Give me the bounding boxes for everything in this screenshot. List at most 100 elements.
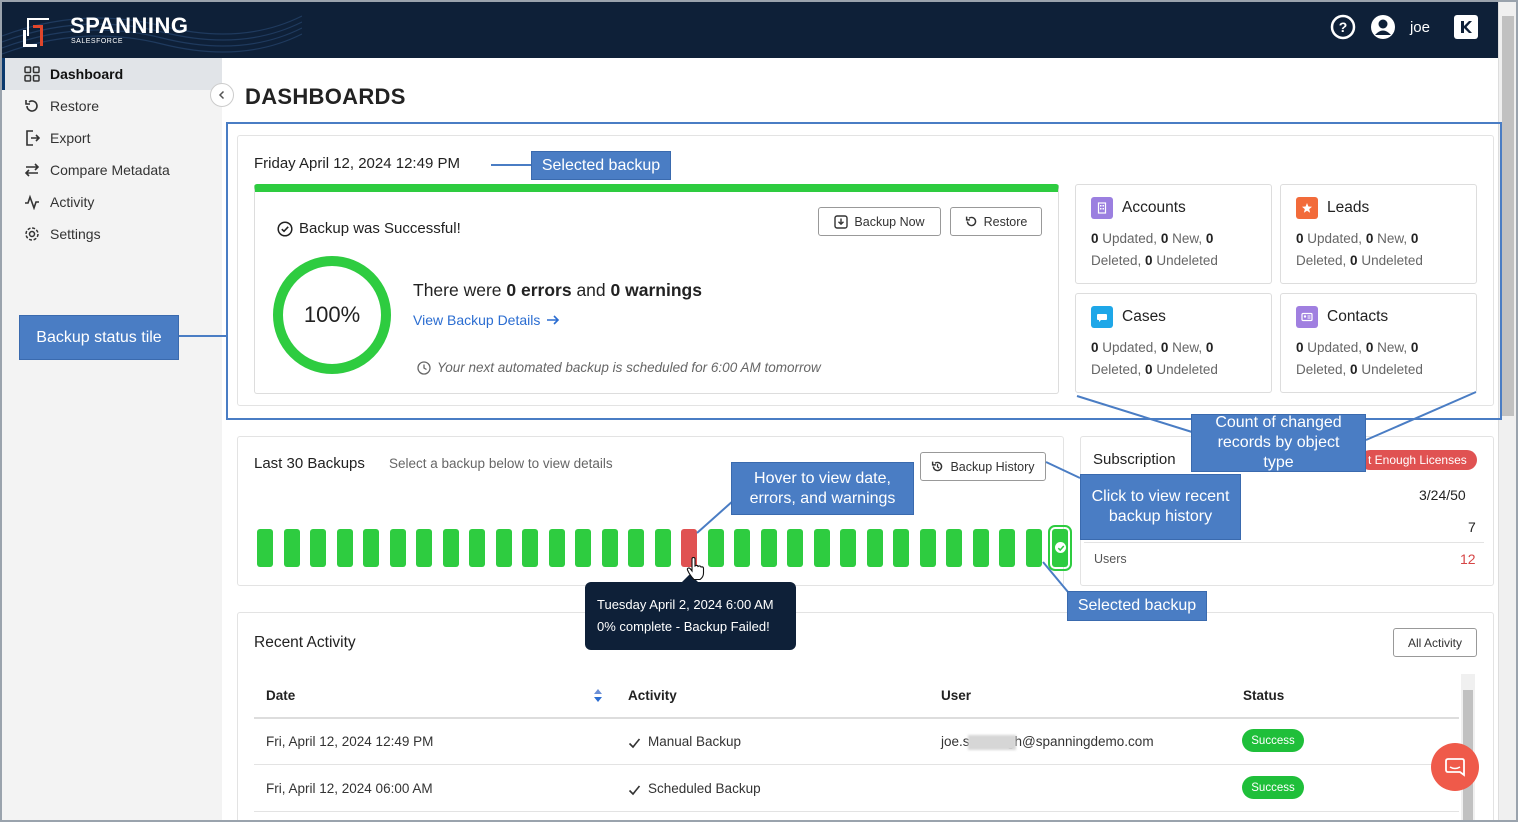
sidebar-item-settings[interactable]: Settings xyxy=(2,218,222,250)
object-stats: 0 Updated, 0 New, 0 Deleted, 0 Undeleted xyxy=(1296,231,1423,268)
object-card-cases: Cases 0 Updated, 0 New, 0 Deleted, 0 Unde… xyxy=(1075,293,1272,393)
accounts-icon xyxy=(1091,197,1113,219)
backup-bar[interactable] xyxy=(919,529,936,567)
scrollbar-thumb[interactable] xyxy=(1502,16,1514,416)
row2-activity: Scheduled Backup xyxy=(648,781,761,796)
sidebar-item-activity[interactable]: Activity xyxy=(2,186,222,218)
backup-bar-selected[interactable] xyxy=(1048,525,1072,571)
backup-bar[interactable] xyxy=(1025,529,1042,567)
callout-count-changed: Count of changed records by object type xyxy=(1191,414,1366,472)
backup-bar[interactable] xyxy=(972,529,989,567)
help-icon[interactable]: ? xyxy=(1330,14,1356,40)
column-header-status[interactable]: Status xyxy=(1243,688,1284,703)
restore-icon xyxy=(25,100,38,112)
object-card-leads: Leads 0 Updated, 0 New, 0 Deleted, 0 Unde… xyxy=(1280,184,1477,284)
backup-now-button[interactable]: Backup Now xyxy=(818,207,941,236)
subscription-count: 7 xyxy=(1468,519,1476,535)
backup-bar[interactable] xyxy=(310,529,326,567)
last-30-subtitle: Select a backup below to view details xyxy=(389,456,613,471)
divider xyxy=(1084,542,1484,543)
sidebar-item-restore[interactable]: Restore xyxy=(2,90,222,122)
next-backup-note: Your next automated backup is scheduled … xyxy=(417,360,821,375)
backup-bar[interactable] xyxy=(628,529,644,567)
backup-bar[interactable] xyxy=(389,529,406,567)
object-stats: 0 Updated, 0 New, 0 Deleted, 0 Undeleted xyxy=(1091,340,1218,377)
backup-bar[interactable] xyxy=(257,529,273,567)
sidebar-item-label: Activity xyxy=(50,194,95,210)
backup-bar[interactable] xyxy=(469,529,485,567)
gear-icon xyxy=(25,227,39,241)
all-activity-button[interactable]: All Activity xyxy=(1393,628,1477,657)
backup-bar[interactable] xyxy=(654,529,671,567)
sidebar-item-export[interactable]: Export xyxy=(2,122,222,154)
view-backup-details-link[interactable]: View Backup Details xyxy=(413,312,560,328)
last-30-title: Last 30 Backups xyxy=(254,455,365,472)
backup-status-tile: Backup was Successful! Backup Now Restor… xyxy=(254,184,1059,394)
backup-bar[interactable] xyxy=(416,529,432,567)
backup-bar[interactable] xyxy=(946,529,962,567)
sidebar-item-compare-metadata[interactable]: Compare Metadata xyxy=(2,154,222,186)
view-details-label: View Backup Details xyxy=(413,312,541,328)
backup-bar[interactable] xyxy=(760,529,777,567)
backup-bar[interactable] xyxy=(495,529,512,567)
backup-bar[interactable] xyxy=(734,529,750,567)
sort-icon[interactable] xyxy=(593,688,603,703)
backup-bar[interactable] xyxy=(283,529,300,567)
compare-icon xyxy=(24,163,40,177)
restore-button[interactable]: Restore xyxy=(950,207,1042,236)
backup-bar[interactable] xyxy=(442,529,459,567)
column-header-activity[interactable]: Activity xyxy=(628,688,677,703)
row2-status-badge: Success xyxy=(1242,776,1304,799)
page-scrollbar[interactable] xyxy=(1498,2,1516,820)
download-box-icon xyxy=(834,214,849,229)
spanning-logo-icon xyxy=(23,18,49,47)
selected-backup-date: Friday April 12, 2024 12:49 PM xyxy=(254,155,460,172)
backup-tooltip: Tuesday April 2, 2024 6:00 AM 0% complet… xyxy=(585,574,796,650)
user-avatar-icon[interactable] xyxy=(1370,14,1396,40)
backup-bar[interactable] xyxy=(813,529,830,567)
tooltip-status: 0% complete - Backup Failed! xyxy=(597,619,770,634)
object-card-contacts: Contacts 0 Updated, 0 New, 0 Deleted, 0 U… xyxy=(1280,293,1477,393)
column-header-date[interactable]: Date xyxy=(266,688,295,703)
errors-prefix: There were xyxy=(413,280,502,300)
backup-history-label: Backup History xyxy=(950,459,1035,474)
backup-bar[interactable] xyxy=(866,529,883,567)
backup-bar[interactable] xyxy=(522,529,538,567)
object-name: Leads xyxy=(1327,199,1370,216)
backup-bar[interactable] xyxy=(840,529,856,567)
clock-icon xyxy=(417,360,431,375)
backup-history-button[interactable]: Backup History xyxy=(920,452,1046,481)
object-name: Accounts xyxy=(1122,199,1186,216)
backup-bar[interactable] xyxy=(707,529,724,567)
column-header-user[interactable]: User xyxy=(941,688,971,703)
backup-now-label: Backup Now xyxy=(854,214,925,229)
object-stats: 0 Updated, 0 New, 0 Deleted, 0 Undeleted xyxy=(1296,340,1423,377)
sidebar-item-label: Export xyxy=(50,130,91,146)
subscription-users-value: 12 xyxy=(1460,551,1476,567)
chat-button[interactable] xyxy=(1431,743,1479,791)
arrow-right-icon xyxy=(547,315,560,325)
backup-bar[interactable] xyxy=(336,529,353,567)
app-switcher-icon[interactable] xyxy=(1454,15,1478,39)
backup-bar[interactable] xyxy=(363,529,379,567)
backup-bar[interactable] xyxy=(601,529,618,567)
callout-click-history: Click to view recent backup history xyxy=(1080,474,1241,540)
backup-bar[interactable] xyxy=(548,529,565,567)
user-name[interactable]: joe xyxy=(1410,19,1430,36)
backup-bar[interactable] xyxy=(999,529,1015,567)
subscription-users-label: Users xyxy=(1094,552,1127,566)
row2-date: Fri, April 12, 2024 06:00 AM xyxy=(266,781,433,796)
history-icon xyxy=(932,461,943,472)
license-warning-badge: t Enough Licenses xyxy=(1360,450,1477,470)
chevron-left-icon xyxy=(218,90,225,100)
check-icon xyxy=(628,785,641,796)
backup-bar[interactable] xyxy=(893,529,909,567)
sidebar-collapse-button[interactable] xyxy=(210,83,234,107)
header-divider xyxy=(254,717,1459,719)
activity-icon xyxy=(25,194,39,210)
progress-percent: 100% xyxy=(303,302,361,327)
sidebar-item-dashboard[interactable]: Dashboard xyxy=(2,58,222,90)
backup-bar[interactable] xyxy=(575,529,591,567)
backup-bar[interactable] xyxy=(787,529,803,567)
selected-check-icon xyxy=(1055,542,1066,553)
